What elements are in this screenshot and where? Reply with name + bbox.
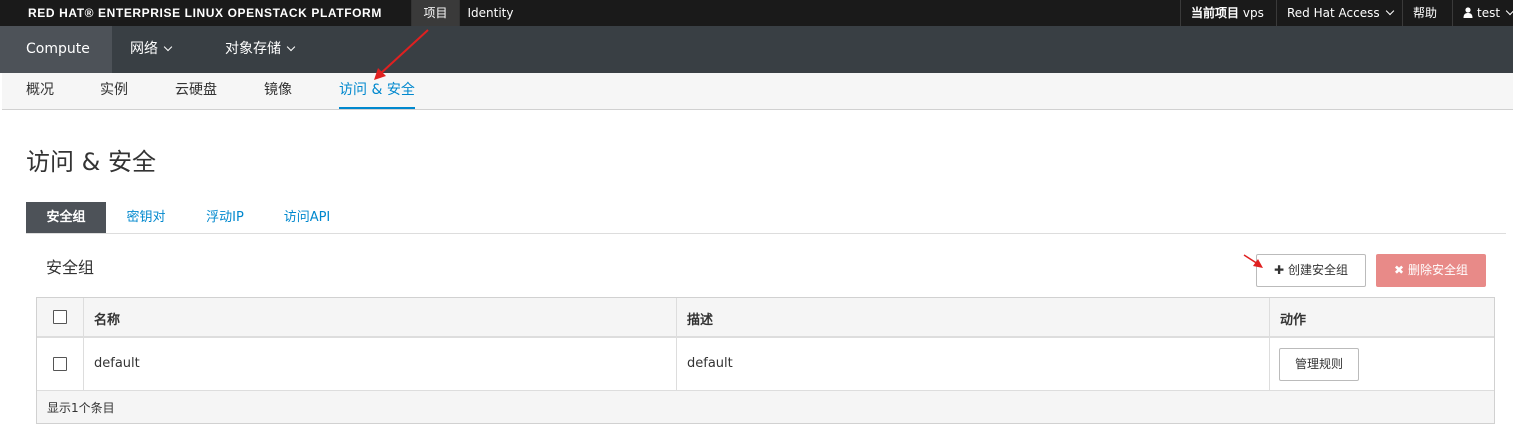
user-name: test	[1477, 6, 1501, 20]
header-description-cell: 描述	[676, 298, 1269, 336]
subnav-images[interactable]: 镜像	[264, 73, 292, 109]
select-all-checkbox[interactable]	[53, 310, 67, 324]
user-icon	[1463, 7, 1473, 18]
red-hat-access-label: Red Hat Access	[1287, 6, 1380, 20]
top-tab-identity[interactable]: Identity	[459, 0, 521, 26]
project-selector[interactable]: 当前项目 vps	[1180, 0, 1276, 26]
current-project-value: vps	[1242, 6, 1264, 20]
tab-security-groups[interactable]: 安全组	[26, 202, 106, 233]
header-name[interactable]: 名称	[94, 309, 120, 328]
chevron-down-icon	[1385, 6, 1394, 16]
chevron-down-icon	[286, 42, 296, 52]
top-masthead: RED HAT® ENTERPRISE LINUX OPENSTACK PLAT…	[0, 0, 1513, 26]
table-row: default default 管理规则	[37, 338, 1494, 391]
section-title: 安全组	[46, 258, 95, 277]
tab-keypairs[interactable]: 密钥对	[114, 202, 178, 233]
top-tab-project[interactable]: 项目	[411, 0, 459, 26]
user-menu[interactable]: test	[1452, 0, 1513, 26]
delete-security-group-button[interactable]: ✖ 删除安全组	[1376, 254, 1486, 287]
chevron-down-icon	[1505, 6, 1513, 16]
row-description: default	[687, 356, 733, 371]
nav-compute[interactable]: Compute	[0, 26, 112, 73]
content-tabs: 安全组 密钥对 浮动IP 访问API	[26, 202, 1506, 234]
table-footer: 显示1个条目	[37, 391, 1494, 423]
subnav-overview[interactable]: 概况	[26, 73, 54, 109]
close-icon: ✖	[1393, 263, 1405, 277]
table-header-row: 名称 描述 动作	[37, 298, 1494, 338]
delete-security-group-label: 删除安全组	[1408, 263, 1469, 277]
current-project-label: 当前项目	[1191, 6, 1240, 20]
brand-logo[interactable]: RED HAT® ENTERPRISE LINUX OPENSTACK PLAT…	[28, 0, 382, 26]
nav-network-label: 网络	[130, 41, 158, 57]
row-name: default	[94, 356, 140, 371]
subnav-instances[interactable]: 实例	[100, 73, 128, 109]
tab-floating-ips[interactable]: 浮动IP	[193, 202, 257, 233]
subnav-access-security[interactable]: 访问 & 安全	[339, 73, 415, 109]
header-description[interactable]: 描述	[687, 309, 713, 328]
row-name-cell: default	[83, 338, 676, 390]
header-actions: 动作	[1280, 313, 1307, 328]
subnav-volumes[interactable]: 云硬盘	[175, 73, 217, 109]
secondary-nav: 概况 实例 云硬盘 镜像 访问 & 安全	[2, 73, 1513, 110]
primary-nav: Compute 网络 对象存储	[0, 26, 1513, 73]
header-select-cell	[37, 298, 83, 336]
help-link[interactable]: 帮助	[1402, 0, 1452, 26]
tab-api-access[interactable]: 访问API	[272, 202, 342, 233]
row-checkbox[interactable]	[53, 357, 67, 371]
header-actions-cell: 动作	[1269, 298, 1494, 336]
create-security-group-button[interactable]: ✚ 创建安全组	[1256, 254, 1366, 287]
red-hat-access-menu[interactable]: Red Hat Access	[1276, 0, 1402, 26]
row-actions-cell: 管理规则	[1269, 338, 1494, 390]
create-security-group-label: 创建安全组	[1288, 263, 1349, 277]
manage-rules-button[interactable]: 管理规则	[1279, 348, 1359, 381]
item-count: 显示1个条目	[47, 401, 115, 415]
nav-object-store-label: 对象存储	[225, 41, 281, 57]
plus-icon: ✚	[1273, 263, 1285, 277]
nav-network[interactable]: 网络	[112, 26, 189, 73]
row-select-cell	[37, 338, 83, 390]
header-name-cell: 名称	[83, 298, 676, 336]
chevron-down-icon	[163, 42, 173, 52]
page-title: 访问 & 安全	[26, 148, 156, 176]
nav-object-store[interactable]: 对象存储	[207, 26, 312, 73]
row-description-cell: default	[676, 338, 1269, 390]
security-groups-table: 名称 描述 动作 default default 管理规则 显示1个条目	[36, 297, 1495, 424]
